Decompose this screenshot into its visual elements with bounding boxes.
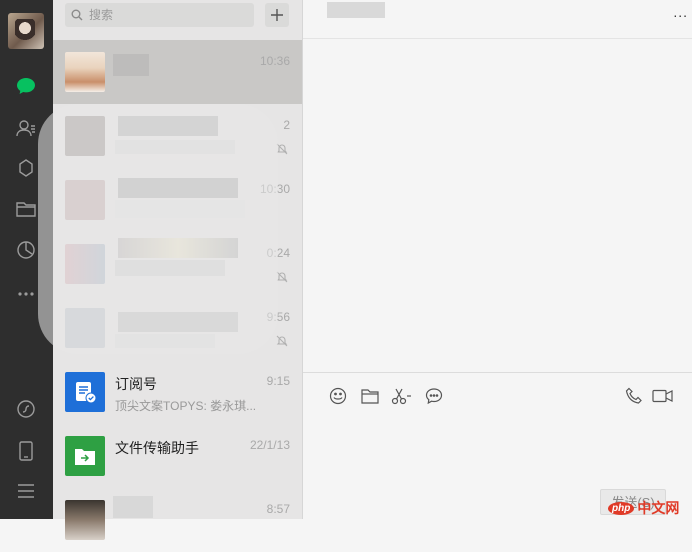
chat-name: 订阅号 [115, 376, 157, 392]
blur-overlay [38, 104, 278, 354]
watermark: php 中文网 [608, 498, 679, 518]
phone-icon[interactable] [14, 439, 38, 463]
folder-icon[interactable] [359, 385, 381, 407]
chat-header: ... [303, 0, 692, 39]
mini-program-icon[interactable] [14, 397, 38, 421]
subscription-icon [65, 372, 105, 412]
chat-time: 10:36 [259, 54, 290, 68]
voice-call-icon[interactable] [623, 385, 645, 407]
blurred-name [113, 54, 149, 76]
scissors-icon[interactable] [391, 385, 413, 407]
video-call-icon[interactable] [651, 385, 675, 407]
chat-pane: ... 发送(S) [303, 0, 692, 520]
menu-icon[interactable] [14, 479, 38, 503]
chat-icon[interactable] [14, 74, 38, 98]
more-button[interactable]: ... [673, 4, 688, 20]
avatar[interactable] [8, 13, 44, 49]
chat-time: 22/1/13 [249, 438, 290, 452]
file-transfer-icon [65, 436, 105, 476]
watermark-text: 中文网 [637, 500, 680, 516]
contacts-icon[interactable] [14, 116, 38, 140]
chat-name: 文件传输助手 [115, 440, 199, 456]
list-item[interactable]: 订阅号 顶尖文案TOPYS: 娄永琪... 9:15 [53, 360, 302, 424]
conversation-list: 10:36 2 10:30 0:24 9:56 [38, 0, 303, 540]
list-item[interactable]: 文件传输助手 22/1/13 [53, 424, 302, 488]
favorites-icon[interactable] [14, 156, 38, 180]
search-input[interactable] [87, 7, 241, 23]
blurred-name [113, 496, 153, 518]
search-icon [71, 9, 83, 21]
avatar [65, 500, 105, 540]
mute-icon [276, 334, 288, 352]
list-item[interactable]: 10:36 [53, 40, 302, 104]
chat-time: 9:15 [266, 374, 290, 388]
avatar [65, 52, 105, 92]
watermark-badge: php [608, 501, 635, 515]
list-item[interactable]: 8:57 [53, 488, 302, 552]
chat-bubble-icon[interactable] [423, 385, 445, 407]
chat-time: 8:57 [266, 502, 290, 516]
chat-preview: 顶尖文案TOPYS: 娄永琪... [115, 399, 257, 413]
add-button[interactable] [265, 3, 289, 27]
files-icon[interactable] [14, 197, 38, 221]
search-box[interactable] [65, 3, 254, 27]
plus-icon [271, 9, 283, 21]
moments-icon[interactable] [14, 238, 38, 262]
chat-time: 2 [283, 118, 290, 132]
blurred-title [327, 2, 385, 18]
emoji-icon[interactable] [327, 385, 349, 407]
more-icon[interactable] [14, 282, 38, 306]
